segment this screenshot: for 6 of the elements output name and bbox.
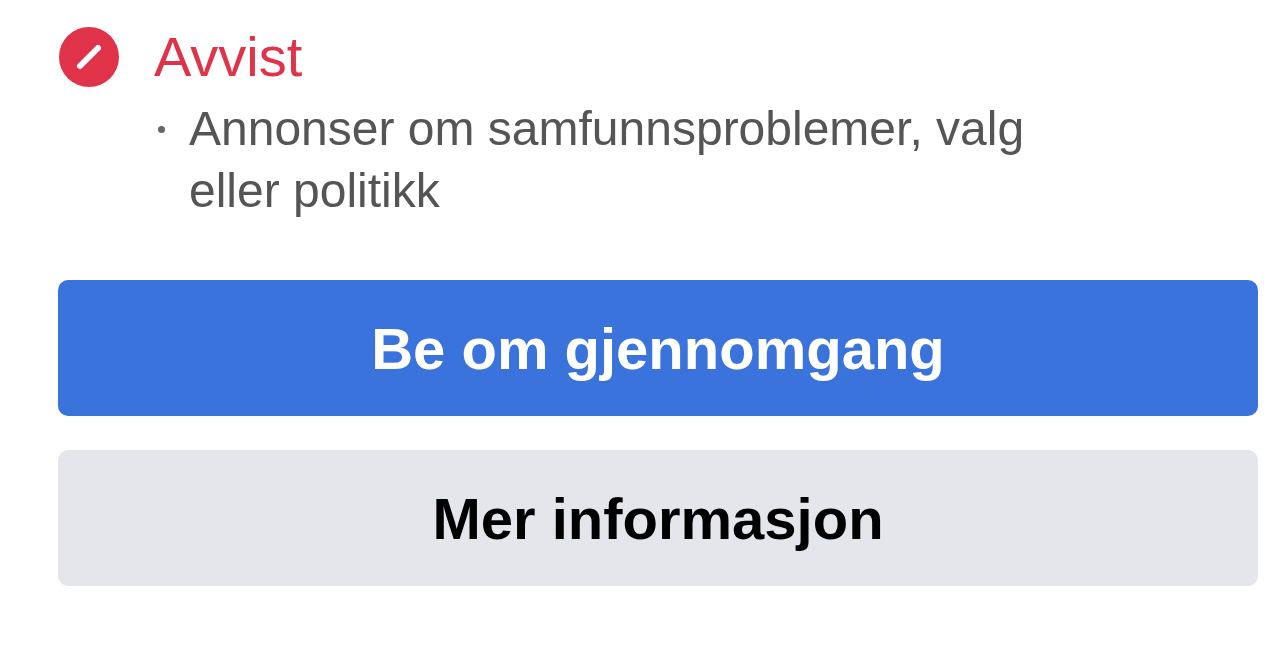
slash-circle-icon xyxy=(58,26,120,88)
reason-text: Annonser om samfunnsproblemer, valg eller politikk xyxy=(189,101,1026,219)
bullet-icon xyxy=(158,126,165,133)
info-button[interactable]: Mer informasjon xyxy=(58,450,1258,586)
review-button[interactable]: Be om gjennomgang xyxy=(58,280,1258,416)
status-label: Avvist xyxy=(154,29,303,85)
